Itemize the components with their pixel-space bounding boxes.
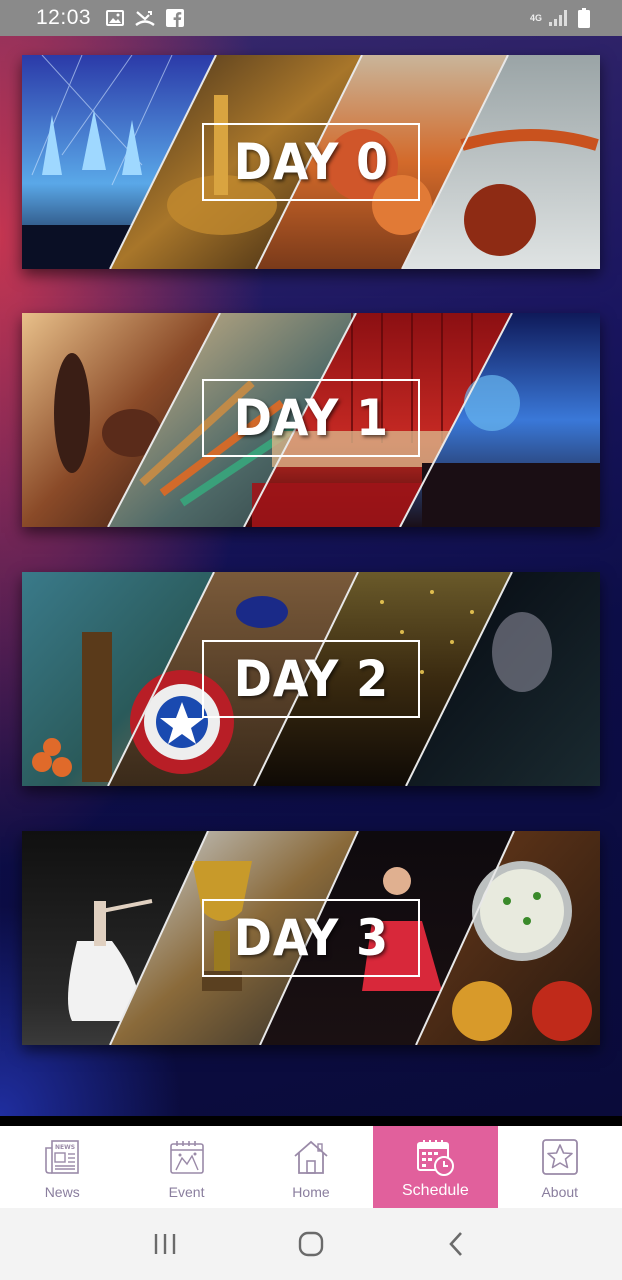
day-0-label-frame: DAY 0: [202, 123, 420, 201]
nav-item-home[interactable]: Home: [249, 1126, 373, 1208]
day-1-label: DAY 1: [233, 389, 389, 447]
nav-item-about[interactable]: About: [498, 1126, 622, 1208]
day-1-label-frame: DAY 1: [202, 379, 420, 457]
signal-icon: [548, 8, 568, 28]
day-1-card[interactable]: DAY 1: [22, 313, 600, 527]
back-chevron-icon: [449, 1232, 462, 1256]
back-system-button[interactable]: [437, 1224, 477, 1264]
star-icon: [541, 1139, 578, 1175]
recent-apps-button[interactable]: [145, 1224, 185, 1264]
day-2-card[interactable]: DAY 2: [22, 572, 600, 786]
nav-label-news: News: [44, 1184, 80, 1200]
day-0-label: DAY 0: [233, 133, 389, 191]
nav-label-home: Home: [292, 1184, 330, 1200]
day-3-label-frame: DAY 3: [202, 899, 420, 977]
status-bar: 12:03 4G: [0, 0, 622, 36]
home-system-button[interactable]: [291, 1224, 331, 1264]
nav-label-event: Event: [168, 1184, 205, 1200]
system-navigation-bar: [0, 1208, 622, 1280]
nav-item-news[interactable]: NEWS News: [0, 1126, 124, 1208]
svg-text:NEWS: NEWS: [55, 1144, 75, 1151]
day-0-card[interactable]: DAY 0: [22, 55, 600, 269]
home-icon: [294, 1140, 328, 1174]
facebook-icon: [165, 8, 185, 28]
nav-item-event[interactable]: Event: [124, 1126, 248, 1208]
schedule-calendar-clock-icon: [417, 1140, 455, 1176]
system-status-icons: 4G: [530, 8, 594, 28]
gallery-icon: [105, 8, 125, 28]
day-2-label-frame: DAY 2: [202, 640, 420, 718]
content-bottom-divider: [0, 1116, 622, 1126]
day-3-label: DAY 3: [233, 909, 389, 967]
schedule-screen[interactable]: DAY 0 DAY 1 DAY 2 DAY 3: [0, 36, 622, 1116]
network-type-label: 4G: [529, 12, 542, 23]
notification-icons: [105, 8, 185, 28]
nav-label-schedule: Schedule: [402, 1182, 469, 1199]
home-circle-icon: [298, 1231, 324, 1257]
nav-item-schedule[interactable]: Schedule: [373, 1126, 498, 1208]
bottom-navigation: NEWS News Event Home Schedule About: [0, 1126, 622, 1208]
day-2-label: DAY 2: [233, 650, 389, 708]
calendar-event-icon: [169, 1141, 204, 1174]
missed-call-icon: [135, 8, 155, 28]
nav-label-about: About: [541, 1184, 579, 1200]
battery-icon: [574, 8, 594, 28]
newspaper-icon: NEWS: [45, 1140, 79, 1174]
status-time: 12:03: [36, 6, 92, 29]
day-3-card[interactable]: DAY 3: [22, 831, 600, 1045]
recent-apps-icon: [154, 1234, 176, 1254]
